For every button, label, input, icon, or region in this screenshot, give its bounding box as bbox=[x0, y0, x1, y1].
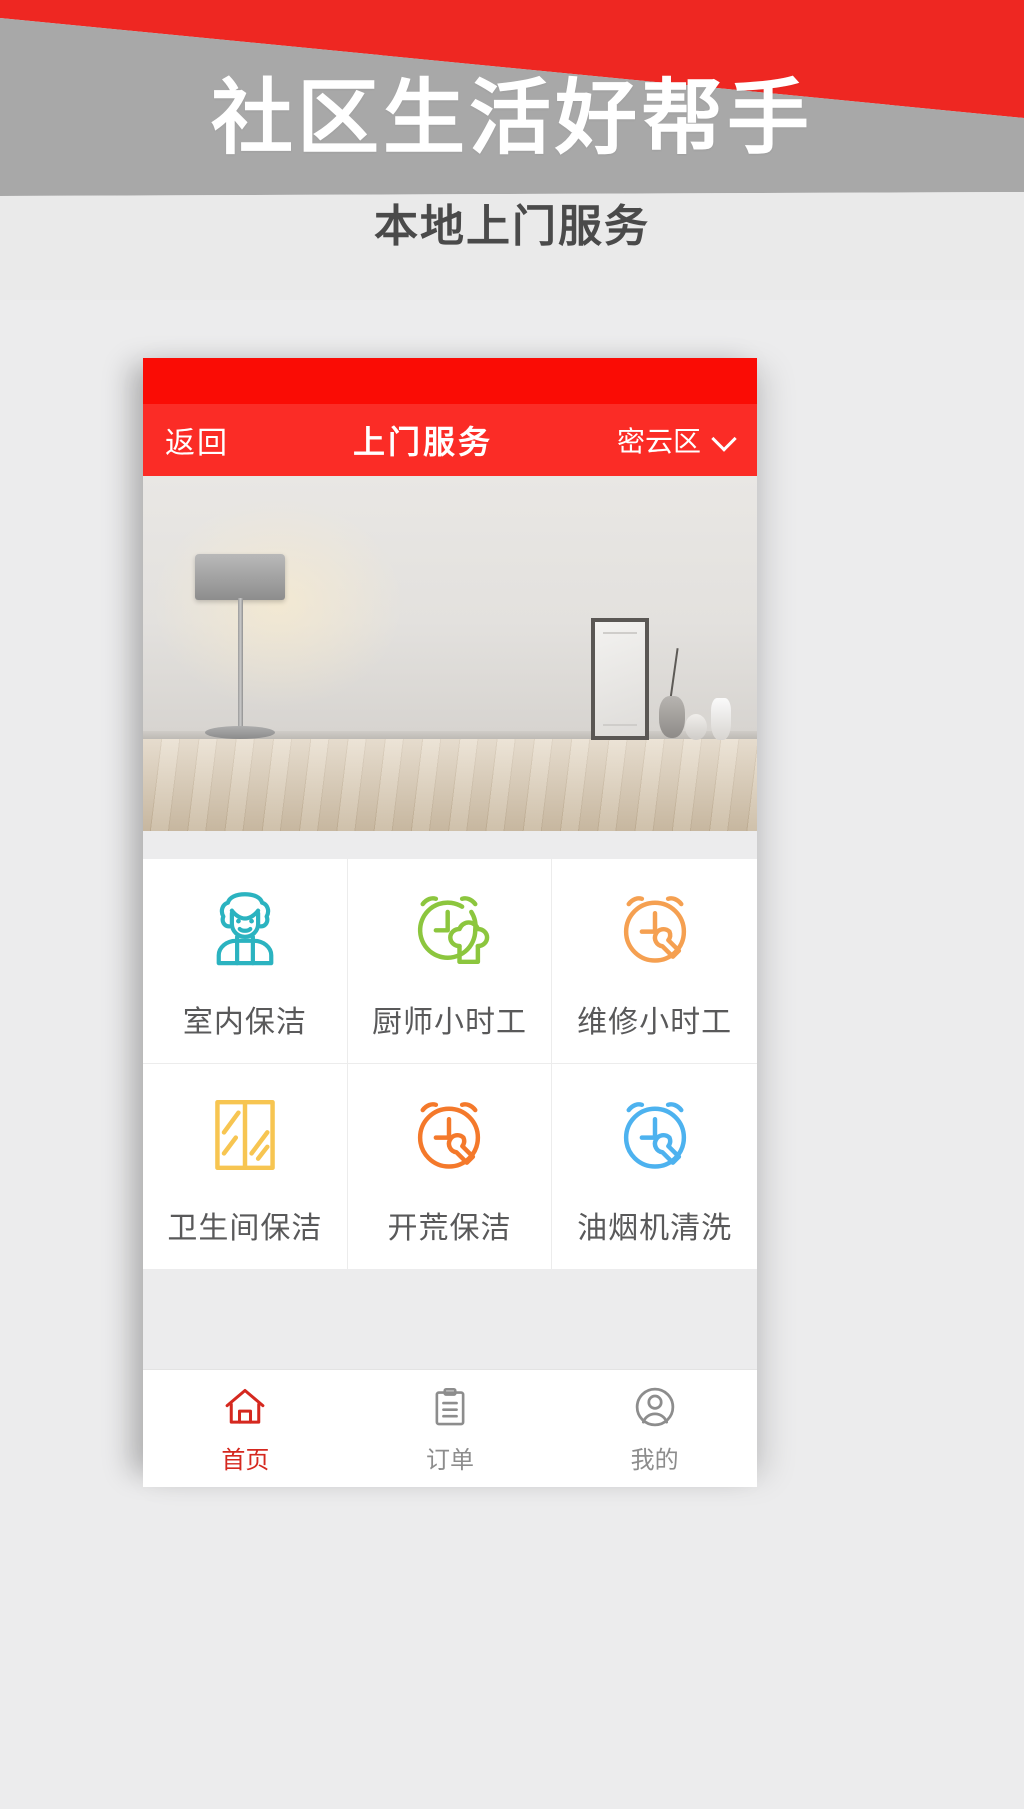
clock-wrench-icon bbox=[607, 881, 703, 977]
hero-title: 社区生活好帮手 bbox=[210, 73, 813, 164]
clipboard-icon bbox=[426, 1383, 474, 1431]
page-title: 上门服务 bbox=[352, 424, 493, 460]
tab-label: 我的 bbox=[630, 1446, 679, 1474]
chevron-down-icon bbox=[713, 429, 735, 451]
section-separator bbox=[143, 831, 757, 859]
clock-wrench-icon bbox=[607, 1087, 703, 1183]
service-cell-chef-hourly[interactable]: 厨师小时工 bbox=[347, 859, 553, 1064]
service-label: 开荒保洁 bbox=[387, 1211, 512, 1245]
service-cell-indoor-cleaning[interactable]: 室内保洁 bbox=[143, 859, 348, 1064]
home-icon bbox=[221, 1383, 269, 1431]
tab-label: 订单 bbox=[425, 1446, 474, 1474]
district-selector[interactable]: 密云区 bbox=[617, 420, 735, 460]
phone-mockup: 返回 上门服务 密云区 室内保洁 厨师小时工 维修小时工 卫生间保洁 开荒保洁 … bbox=[143, 358, 757, 1487]
back-button[interactable]: 返回 bbox=[165, 418, 229, 462]
vase-metal bbox=[659, 696, 685, 738]
service-cell-repair-hourly[interactable]: 维修小时工 bbox=[552, 859, 757, 1064]
tab-orders[interactable]: 订单 bbox=[348, 1370, 553, 1487]
tab-bar: 首页 订单 我的 bbox=[143, 1369, 757, 1487]
tab-mine[interactable]: 我的 bbox=[552, 1370, 757, 1487]
service-label: 室内保洁 bbox=[182, 1006, 307, 1039]
vase-round bbox=[685, 714, 707, 740]
service-label: 维修小时工 bbox=[577, 1006, 733, 1039]
service-grid: 室内保洁 厨师小时工 维修小时工 卫生间保洁 开荒保洁 油烟机清洗 bbox=[143, 859, 757, 1269]
nav-bar: 返回 上门服务 密云区 bbox=[143, 404, 757, 476]
leaning-mirror bbox=[591, 618, 649, 740]
window-icon bbox=[197, 1087, 293, 1183]
service-label: 卫生间保洁 bbox=[167, 1211, 323, 1245]
service-cell-post-renovation-cleaning[interactable]: 开荒保洁 bbox=[347, 1064, 553, 1269]
room-floor bbox=[143, 739, 757, 831]
service-cell-range-hood-cleaning[interactable]: 油烟机清洗 bbox=[552, 1064, 757, 1269]
floor-lamp-base bbox=[205, 726, 275, 739]
hero-subtitle: 本地上门服务 bbox=[374, 202, 650, 251]
district-label: 密云区 bbox=[616, 426, 701, 457]
floor-lamp-shade bbox=[195, 554, 285, 600]
service-cell-bathroom-cleaning[interactable]: 卫生间保洁 bbox=[143, 1064, 348, 1269]
tab-label: 首页 bbox=[221, 1446, 270, 1474]
person-icon bbox=[631, 1383, 679, 1431]
tab-home[interactable]: 首页 bbox=[143, 1370, 348, 1487]
status-bar bbox=[143, 358, 757, 404]
service-label: 厨师小时工 bbox=[371, 1006, 527, 1039]
content-filler bbox=[143, 1269, 757, 1369]
clock-wrench-icon bbox=[401, 1087, 497, 1183]
hero-banner: 社区生活好帮手 本地上门服务 bbox=[0, 0, 1024, 300]
service-label: 油烟机清洗 bbox=[577, 1211, 733, 1245]
maid-icon bbox=[197, 881, 293, 977]
vase-tall bbox=[711, 698, 731, 740]
hero-room-photo bbox=[143, 476, 757, 831]
clock-chef-hat-icon bbox=[401, 881, 497, 977]
floor-lamp-pole bbox=[238, 598, 243, 734]
